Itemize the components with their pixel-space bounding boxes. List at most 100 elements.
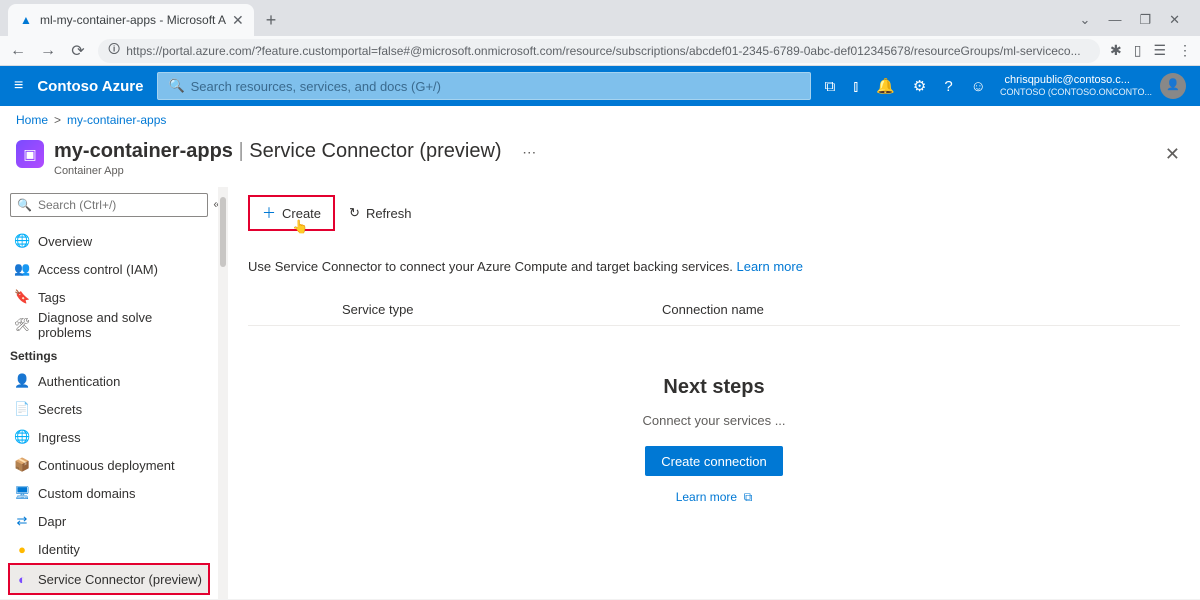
- sidebar-item-label: Authentication: [38, 374, 120, 389]
- sidebar-item-service-connector-preview-[interactable]: ◐Service Connector (preview): [10, 565, 208, 593]
- extensions-icon[interactable]: ✱: [1110, 42, 1122, 59]
- sidebar-item-icon: 🖥: [14, 485, 30, 501]
- new-tab-button[interactable]: +: [260, 10, 283, 31]
- sidebar-item-locks[interactable]: 🔒Locks: [10, 595, 208, 599]
- create-highlight-box: ＋ Create 👆: [248, 195, 335, 231]
- sidebar-heading-settings: Settings: [10, 349, 208, 363]
- plus-icon: ＋: [262, 203, 276, 223]
- sidebar-item-diagnose-and-solve-problems[interactable]: 🛠 Diagnose and solve problems: [10, 311, 208, 339]
- sidebar-item-icon: ●: [14, 542, 30, 557]
- sidebar-item-authentication[interactable]: 👤 Authentication: [10, 367, 208, 395]
- learn-more-link[interactable]: Learn more: [736, 259, 802, 274]
- sidebar-item-label: Secrets: [38, 402, 82, 417]
- sidebar-item-icon: 📄: [14, 401, 30, 417]
- notifications-icon[interactable]: 🔔: [876, 77, 895, 95]
- url-field[interactable]: 🛈 https://portal.azure.com/?feature.cust…: [98, 39, 1100, 63]
- sidebar-item-label: Access control (IAM): [38, 262, 158, 277]
- empty-subtitle: Connect your services ...: [248, 413, 1180, 428]
- chevron-down-icon[interactable]: ⌄: [1080, 12, 1091, 28]
- empty-title: Next steps: [248, 376, 1180, 399]
- refresh-label: Refresh: [366, 206, 412, 221]
- empty-state: Next steps Connect your services ... Cre…: [248, 376, 1180, 505]
- sidebar-item-label: Diagnose and solve problems: [38, 310, 204, 340]
- sidebar-item-label: Service Connector (preview): [38, 572, 202, 587]
- profile-icon[interactable]: ☰: [1153, 42, 1166, 59]
- sidebar-item-access-control-iam-[interactable]: 👥 Access control (IAM): [10, 255, 208, 283]
- sidebar-item-ingress[interactable]: 🌐Ingress: [10, 423, 208, 451]
- help-icon[interactable]: ?: [944, 78, 952, 95]
- description-text: Use Service Connector to connect your Az…: [248, 259, 1180, 274]
- collapse-sidebar-icon[interactable]: «: [213, 197, 218, 211]
- sidebar-item-label: Identity: [38, 542, 80, 557]
- col-connection-name[interactable]: Connection name: [658, 294, 1180, 325]
- back-icon[interactable]: ←: [8, 42, 28, 60]
- breadcrumb-sep: >: [54, 113, 61, 127]
- sidebar-item-icon: 🌐: [14, 233, 30, 249]
- azure-top-bar: ≡ Contoso Azure 🔍 ⧉ ⫾ 🔔 ⚙ ? ☺ chrisqpubl…: [0, 66, 1200, 106]
- sidebar-search-input[interactable]: [38, 198, 201, 212]
- tab-title: ml-my-container-apps - Microsoft A: [40, 13, 226, 27]
- browser-address-bar: ← → ⟳ 🛈 https://portal.azure.com/?featur…: [0, 36, 1200, 66]
- search-icon: 🔍: [168, 78, 184, 94]
- avatar: 👤: [1160, 73, 1186, 99]
- sidebar-item-dapr[interactable]: ⇄ Dapr: [10, 507, 208, 535]
- sidebar-item-icon: ⇄: [14, 513, 30, 529]
- sidebar-item-continuous-deployment[interactable]: 📦 Continuous deployment: [10, 451, 208, 479]
- account-tenant: CONTOSO (CONTOSO.ONCONTO...: [1000, 87, 1152, 98]
- search-icon: 🔍: [17, 198, 32, 212]
- account-email: chrisqpublic@contoso.c...: [1000, 74, 1130, 87]
- more-actions-icon[interactable]: ⋯: [518, 140, 540, 164]
- table-header: Service type Connection name: [248, 294, 1180, 326]
- feedback-icon[interactable]: ☺: [971, 78, 986, 95]
- col-service-type[interactable]: Service type: [338, 294, 658, 325]
- maximize-icon[interactable]: ❐: [1139, 12, 1151, 28]
- sidebar-item-icon: 🔖: [14, 289, 30, 305]
- window-close-icon[interactable]: ✕: [1169, 12, 1180, 28]
- close-blade-icon[interactable]: ✕: [1161, 140, 1184, 169]
- azure-search-input[interactable]: [191, 79, 800, 94]
- breadcrumb-current[interactable]: my-container-apps: [67, 113, 166, 127]
- sidebar-item-icon: 🛠: [14, 317, 30, 333]
- portal-brand[interactable]: Contoso Azure: [37, 78, 143, 95]
- container-app-icon: ▣: [16, 140, 44, 168]
- settings-icon[interactable]: ⚙: [913, 77, 926, 95]
- refresh-icon: ↻: [349, 205, 360, 221]
- resource-subtype: Container App: [54, 165, 1151, 177]
- breadcrumb-home[interactable]: Home: [16, 113, 48, 127]
- sidebar-item-label: Tags: [38, 290, 65, 305]
- create-connection-button[interactable]: Create connection: [645, 446, 783, 476]
- cloud-shell-icon[interactable]: ⧉: [825, 78, 836, 95]
- sidebar-item-label: Dapr: [38, 514, 66, 529]
- sidebar: 🔍 « 🌐Overview 👥 Access control (IAM) 🔖 Tags 🛠…: [0, 187, 218, 599]
- filter-icon[interactable]: ⫾: [853, 78, 858, 95]
- sidebar-item-overview[interactable]: 🌐Overview: [10, 227, 208, 255]
- account-menu[interactable]: chrisqpublic@contoso.c... CONTOSO (CONTO…: [1000, 73, 1186, 99]
- page-title: my-container-apps | Service Connector (p…: [54, 140, 1151, 163]
- sidebar-search[interactable]: 🔍: [10, 193, 208, 217]
- sidebar-item-icon: 👤: [14, 373, 30, 389]
- sidebar-item-secrets[interactable]: 📄 Secrets: [10, 395, 208, 423]
- forward-icon[interactable]: →: [38, 42, 58, 60]
- scroll-thumb[interactable]: [220, 197, 226, 267]
- browser-tab[interactable]: ▲ ml-my-container-apps - Microsoft A ✕: [8, 4, 254, 36]
- tab-close-icon[interactable]: ✕: [232, 12, 244, 29]
- sidebar-item-custom-domains[interactable]: 🖥Custom domains: [10, 479, 208, 507]
- hamburger-icon[interactable]: ≡: [14, 77, 23, 95]
- sidebar-scrollbar[interactable]: [218, 187, 228, 599]
- azure-favicon: ▲: [18, 12, 34, 28]
- azure-search[interactable]: 🔍: [157, 72, 810, 100]
- sidebar-item-icon: 👥: [14, 261, 30, 277]
- sidebar-item-tags[interactable]: 🔖 Tags: [10, 283, 208, 311]
- refresh-button[interactable]: ↻ Refresh: [339, 199, 421, 227]
- sidebar-item-label: Continuous deployment: [38, 458, 175, 473]
- menu-icon[interactable]: ⋮: [1178, 42, 1192, 59]
- reload-icon[interactable]: ⟳: [68, 41, 88, 61]
- empty-learn-more-link[interactable]: Learn more ⧉: [676, 490, 753, 504]
- sidebar-item-identity[interactable]: ● Identity: [10, 535, 208, 563]
- lock-icon: 🛈: [108, 40, 120, 61]
- toolbar: ＋ Create 👆 ↻ Refresh: [248, 195, 1180, 231]
- sidebar-item-icon: 📦: [14, 457, 30, 473]
- minimize-icon[interactable]: —: [1108, 12, 1121, 28]
- page-header: ▣ my-container-apps | Service Connector …: [0, 134, 1200, 187]
- ext2-icon[interactable]: ▯: [1134, 42, 1142, 59]
